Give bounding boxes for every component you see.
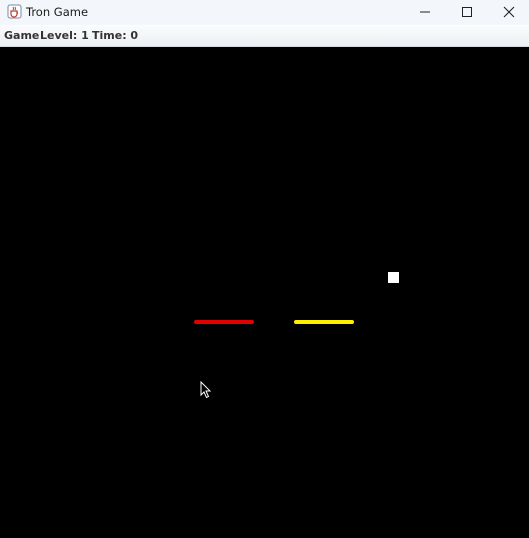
menu-bar: Game Level: 1 Time: 0 [0, 25, 529, 47]
game-board[interactable] [0, 47, 529, 538]
window-title: Tron Game [26, 5, 89, 19]
time-indicator: Time: 0 [92, 29, 139, 42]
minimize-button[interactable] [404, 0, 446, 25]
menu-game[interactable]: Game [4, 29, 39, 42]
maximize-button[interactable] [446, 0, 488, 25]
powerup-square [388, 272, 399, 283]
mouse-cursor-icon [200, 380, 212, 399]
yellow-player-trail [294, 320, 354, 324]
maximize-icon [461, 3, 473, 22]
red-player-trail [194, 320, 254, 324]
java-cup-icon [7, 4, 22, 19]
close-button[interactable] [488, 0, 529, 25]
minimize-icon [419, 3, 431, 22]
title-bar[interactable]: Tron Game [0, 0, 529, 25]
level-indicator: Level: 1 [40, 29, 89, 42]
close-icon [503, 3, 515, 22]
